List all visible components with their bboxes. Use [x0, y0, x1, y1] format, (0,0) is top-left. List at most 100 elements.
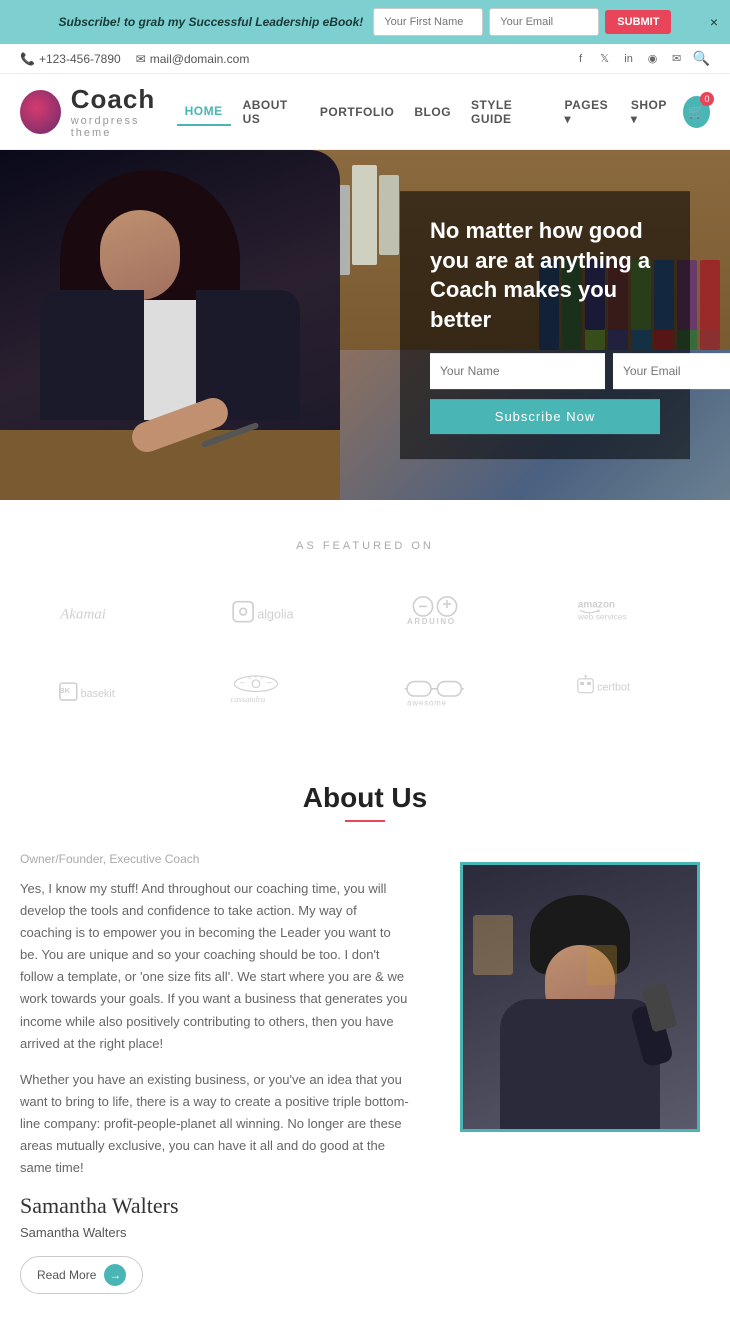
about-subtitle: Owner/Founder, Executive Coach [20, 852, 410, 866]
read-more-button[interactable]: Read More → [20, 1256, 143, 1294]
search-icon[interactable]: 🔍 [693, 50, 710, 67]
read-more-label: Read More [37, 1268, 96, 1282]
about-para1: Yes, I know my stuff! And throughout our… [20, 878, 410, 1055]
twitter-icon[interactable]: 𝕏 [597, 51, 613, 67]
hero-person [0, 150, 340, 500]
basekit-svg: BK basekit [56, 677, 156, 708]
about-image-container [440, 852, 710, 1132]
top-bar: 📞 +123-456-7890 ✉ mail@domain.com f 𝕏 in… [0, 44, 730, 74]
nav-pages[interactable]: PAGES ▾ [556, 92, 618, 132]
about-section: About Us Owner/Founder, Executive Coach … [0, 742, 730, 1334]
main-nav: HOME ABOUT US PORTFOLIO BLOG STYLE GUIDE… [177, 92, 710, 132]
nav-portfolio[interactable]: PORTFOLIO [312, 99, 403, 125]
hero-content-box: No matter how good you are at anything a… [400, 191, 690, 459]
svg-text:amazon: amazon [578, 599, 615, 610]
hero-section: No matter how good you are at anything a… [0, 150, 730, 500]
logo-akamai: Akamai [25, 582, 188, 642]
face-shape [100, 210, 180, 300]
banner-firstname-input[interactable] [373, 8, 483, 36]
svg-text:Akamai: Akamai [59, 607, 106, 623]
linkedin-icon[interactable]: in [621, 51, 637, 67]
logo-cassandra: cassandra [198, 662, 361, 722]
light-shape2 [587, 945, 617, 985]
logo-aws: amazon web services [543, 582, 706, 642]
about-title: About Us [20, 782, 710, 814]
top-banner: Subscribe! to grab my Successful Leaders… [0, 0, 730, 44]
phone-icon: 📞 [20, 52, 35, 66]
svg-text:awesome: awesome [407, 699, 447, 708]
read-more-arrow-icon: → [104, 1264, 126, 1286]
banner-submit-button[interactable]: SUBMIT [605, 10, 671, 34]
svg-text:algolia: algolia [257, 608, 293, 622]
featured-label: AS FEATURED ON [20, 540, 710, 552]
about-text: Owner/Founder, Executive Coach Yes, I kn… [20, 852, 410, 1294]
hero-form: Subscribe Now [430, 353, 660, 434]
svg-text:web services: web services [577, 611, 627, 621]
svg-text:ARDUINO: ARDUINO [407, 617, 456, 626]
cart-badge: 0 [700, 92, 714, 106]
nav-home[interactable]: HOME [177, 98, 231, 126]
banner-email-input[interactable] [489, 8, 599, 36]
nav-style-guide[interactable]: STYLE GUIDE [463, 92, 552, 132]
logo-text: Coach WordPress theme [71, 84, 177, 139]
logo-arduino: ARDUINO [370, 582, 533, 642]
banner-main-text: Subscribe! to grab my Successful Leaders… [59, 15, 320, 29]
about-image-frame [460, 862, 700, 1132]
banner-form: SUBMIT [373, 8, 671, 36]
arduino-svg: ARDUINO [403, 592, 499, 632]
logo-circle [20, 90, 61, 134]
phone-contact: 📞 +123-456-7890 [20, 52, 121, 66]
svg-text:certbot: certbot [597, 681, 630, 693]
cart-button[interactable]: 🛒 0 [683, 96, 710, 128]
email-address: mail@domain.com [150, 52, 250, 66]
shelf-item [379, 175, 399, 255]
nav-about[interactable]: ABOUT US [235, 92, 308, 132]
phone-number: +123-456-7890 [39, 52, 121, 66]
about-name: Samantha Walters [20, 1225, 410, 1240]
about-content: Owner/Founder, Executive Coach Yes, I kn… [20, 852, 710, 1294]
svg-text:basekit: basekit [81, 688, 115, 700]
svg-text:BK: BK [59, 686, 71, 695]
envelope-icon[interactable]: ✉ [669, 51, 685, 67]
logo-basekit: BK basekit [25, 662, 188, 722]
header: Coach WordPress theme HOME ABOUT US PORT… [0, 74, 730, 150]
email-icon: ✉ [136, 52, 146, 66]
shelf-item [352, 165, 377, 265]
hero-subscribe-button[interactable]: Subscribe Now [430, 399, 660, 434]
featured-section: AS FEATURED ON Akamai algolia AR [0, 500, 730, 742]
hero-email-input[interactable] [613, 353, 730, 389]
logo-subtitle: WordPress theme [71, 115, 177, 139]
top-bar-contact: 📞 +123-456-7890 ✉ mail@domain.com [20, 52, 249, 66]
logo-certbot: certbot [543, 662, 706, 722]
logos-grid: Akamai algolia ARDUINO [25, 582, 705, 722]
instagram-icon[interactable]: ◉ [645, 51, 661, 67]
about-para2: Whether you have an existing business, o… [20, 1069, 410, 1179]
about-signature: Samantha Walters [20, 1193, 410, 1219]
nav-blog[interactable]: BLOG [406, 99, 459, 125]
about-image-inner [463, 865, 697, 1129]
banner-italic-text: eBook! [323, 15, 364, 29]
top-bar-social: f 𝕏 in ◉ ✉ 🔍 [573, 50, 710, 67]
awesome-svg: awesome [403, 672, 499, 712]
logo-title: Coach [71, 84, 177, 115]
about-divider [345, 820, 385, 822]
certbot-svg: certbot [574, 675, 674, 710]
algolia-svg: algolia [229, 595, 329, 628]
svg-text:cassandra: cassandra [230, 694, 265, 704]
light-shape [473, 915, 513, 975]
hero-title: No matter how good you are at anything a… [430, 216, 660, 335]
logo-awesome: awesome [370, 662, 533, 722]
hero-inputs [430, 353, 660, 389]
nav-shop[interactable]: SHOP ▾ [623, 92, 679, 132]
akamai-svg: Akamai [56, 595, 156, 628]
banner-text: Subscribe! to grab my Successful Leaders… [59, 15, 364, 29]
aws-svg: amazon web services [574, 595, 674, 630]
hero-name-input[interactable] [430, 353, 605, 389]
banner-close-button[interactable]: × [710, 14, 718, 30]
cassandra-svg: cassandra [229, 673, 329, 711]
hero-background: No matter how good you are at anything a… [0, 150, 730, 500]
binder [700, 260, 720, 330]
logo: Coach WordPress theme [20, 84, 177, 139]
facebook-icon[interactable]: f [573, 51, 589, 67]
logo-algolia: algolia [198, 582, 361, 642]
